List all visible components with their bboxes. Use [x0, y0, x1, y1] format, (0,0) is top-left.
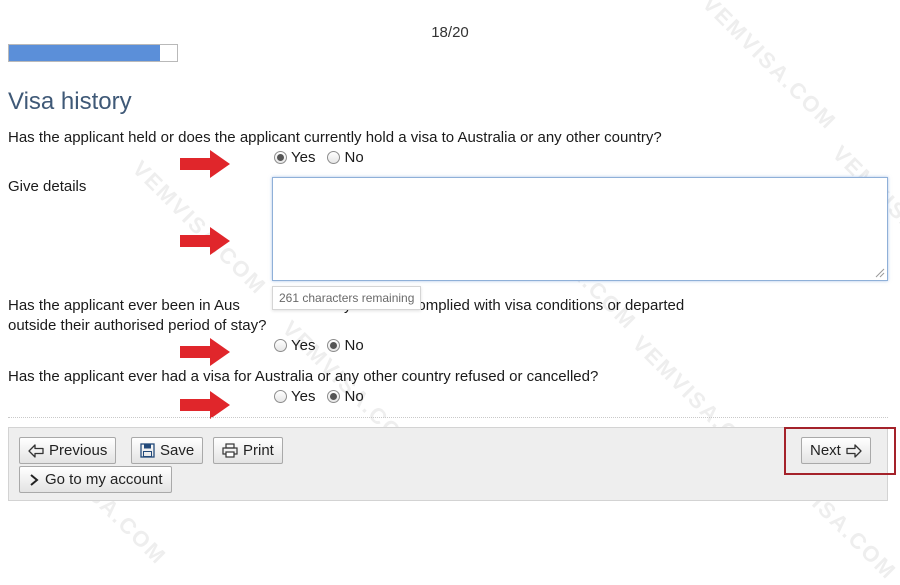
watermark: VEMVISA.COM — [697, 0, 842, 135]
previous-button[interactable]: Previous — [19, 437, 117, 464]
go-to-my-account-label: Go to my account — [45, 471, 163, 488]
radio-overstay-no[interactable] — [327, 339, 341, 352]
step-counter: 18/20 — [431, 24, 469, 41]
save-disk-icon — [140, 443, 155, 458]
characters-remaining-tooltip: 261 characters remaining — [272, 286, 422, 310]
radio-group-refused-visa: Yes No — [274, 388, 372, 405]
radio-label-yes: Yes — [291, 337, 316, 354]
question-overstay-line2: outside their authorised period of stay? — [8, 317, 267, 334]
chevron-right-icon — [30, 473, 39, 486]
resize-grip-icon[interactable] — [875, 268, 885, 278]
radio-label-no: No — [344, 149, 364, 166]
red-pointer-arrow-icon — [180, 338, 230, 366]
footer-bar: Previous Save Print Go to my account Nex… — [8, 427, 888, 501]
radio-refused-yes[interactable] — [274, 390, 287, 403]
radio-held-visa-yes[interactable] — [274, 151, 287, 164]
progress-bar — [8, 44, 178, 62]
previous-button-label: Previous — [49, 442, 108, 459]
section-divider — [8, 417, 888, 418]
radio-overstay-yes[interactable] — [274, 339, 287, 352]
go-to-my-account-button[interactable]: Go to my account — [19, 466, 172, 493]
radio-held-visa-no[interactable] — [327, 151, 341, 164]
give-details-label: Give details — [8, 178, 87, 195]
next-button-highlight — [784, 427, 896, 475]
print-button[interactable]: Print — [213, 437, 283, 464]
radio-label-no: No — [344, 388, 364, 405]
red-pointer-arrow-icon — [180, 150, 230, 178]
radio-label-yes: Yes — [291, 149, 316, 166]
red-pointer-arrow-icon — [180, 227, 230, 255]
radio-label-no: No — [344, 337, 364, 354]
arrow-left-icon — [28, 443, 44, 458]
question-refused-visa: Has the applicant ever had a visa for Au… — [8, 368, 599, 385]
radio-refused-no[interactable] — [327, 390, 341, 403]
printer-icon — [222, 443, 238, 458]
radio-group-held-visa: Yes No — [274, 149, 372, 166]
give-details-textarea[interactable] — [272, 177, 888, 281]
page-title: Visa history — [8, 88, 132, 115]
question-held-visa: Has the applicant held or does the appli… — [8, 129, 662, 146]
print-button-label: Print — [243, 442, 274, 459]
progress-bar-fill — [9, 45, 161, 61]
question-overstay-start: Has the applicant ever been in Aus — [8, 297, 240, 314]
red-pointer-arrow-icon — [180, 391, 230, 419]
save-button-label: Save — [160, 442, 195, 459]
radio-group-overstay: Yes No — [274, 337, 372, 354]
save-button[interactable]: Save — [131, 437, 204, 464]
radio-label-yes: Yes — [291, 388, 316, 405]
